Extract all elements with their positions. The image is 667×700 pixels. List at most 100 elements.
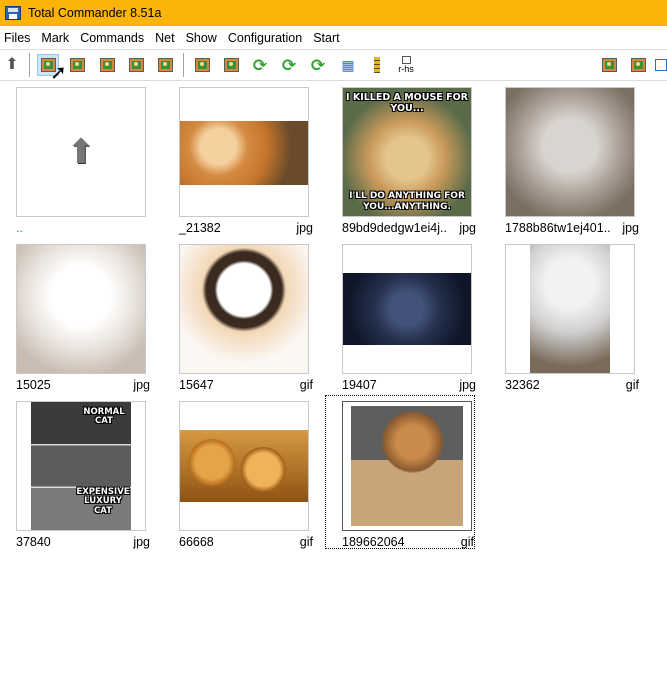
menu-mark[interactable]: Mark	[37, 31, 76, 45]
file-tile[interactable]: 66668 gif	[163, 396, 313, 549]
menu-bar: Files Mark Commands Net Show Configurati…	[0, 27, 667, 48]
file-name: 32362	[505, 378, 540, 392]
view-button-right-2[interactable]	[627, 54, 649, 76]
archive-button[interactable]	[366, 54, 388, 76]
file-name: 37840	[16, 535, 51, 549]
floppy-disk-icon	[5, 6, 21, 20]
menu-net[interactable]: Net	[151, 31, 181, 45]
refresh-icon: ⟳	[252, 55, 268, 75]
file-extension: jpg	[459, 221, 476, 235]
thumbnail	[179, 87, 309, 217]
refresh-button-3[interactable]: ⟳	[307, 54, 329, 76]
parent-directory-button[interactable]: ⬆	[1, 54, 23, 76]
grid-icon: ▦	[341, 57, 355, 73]
view-button-5[interactable]	[154, 54, 176, 76]
document-shape	[401, 56, 411, 64]
file-extension: jpg	[133, 535, 150, 549]
rhs-button[interactable]: r-hs	[395, 54, 417, 76]
file-extension: gif	[460, 535, 474, 549]
view-button-7[interactable]	[220, 54, 242, 76]
file-tile-focused[interactable]: 189662064 gif	[325, 395, 475, 549]
menu-configuration[interactable]: Configuration	[224, 31, 309, 45]
file-extension: gif	[299, 535, 313, 549]
picture-icon	[40, 58, 56, 72]
view-button-right-1[interactable]	[598, 54, 620, 76]
file-tile[interactable]: 15647 gif	[163, 239, 313, 392]
picture-icon	[601, 58, 617, 72]
window-button-partial[interactable]	[655, 54, 667, 76]
document-icon: r-hs	[398, 56, 414, 74]
cat-photo-image	[180, 121, 308, 185]
window-title: Total Commander 8.51a	[28, 6, 162, 20]
file-extension: jpg	[459, 378, 476, 392]
file-name: ..	[16, 221, 23, 235]
comic-label-top: NORMAL CAT	[83, 407, 125, 427]
thumbnail	[179, 401, 309, 531]
cat-photo-image	[343, 273, 471, 345]
rhs-label: r-hs	[398, 64, 414, 74]
file-tile[interactable]: 19407 jpg	[326, 239, 476, 392]
up-arrow-icon: ⬆	[5, 56, 19, 73]
menu-files[interactable]: Files	[0, 31, 37, 45]
cat-photo-image	[530, 245, 610, 373]
file-name: 19407	[342, 378, 377, 392]
file-tile[interactable]: 15025 jpg	[0, 239, 150, 392]
file-name: 1788b86tw1ej401..	[505, 221, 611, 235]
meme-top-text: I KILLED A MOUSE FOR YOU...	[346, 92, 468, 114]
picture-icon	[99, 58, 115, 72]
file-name: 15647	[179, 378, 214, 392]
meme-bottom-text: I'LL DO ANYTHING FOR YOU...ANYTHING.	[349, 191, 465, 212]
menu-commands[interactable]: Commands	[76, 31, 151, 45]
menu-show[interactable]: Show	[182, 31, 224, 45]
thumbnail	[342, 244, 472, 374]
parent-folder-up-icon: ⬆	[66, 133, 96, 171]
file-extension: jpg	[133, 378, 150, 392]
file-tile[interactable]: 1788b86tw1ej401.. jpg	[489, 82, 639, 235]
thumbnail	[179, 244, 309, 374]
toolbar-separator	[183, 53, 184, 77]
file-panel-thumbnails[interactable]: ⬆ .. _21382 jpg I KILLED A MOUSE FOR YOU…	[0, 82, 667, 700]
title-bar: Total Commander 8.51a	[0, 0, 667, 26]
cat-photo-image	[17, 245, 145, 373]
picture-icon	[128, 58, 144, 72]
toolbar: ⬆ ⟳ ⟳ ⟳ ▦ r-hs	[0, 49, 667, 81]
cat-game-image	[351, 406, 463, 526]
thumbnail	[505, 87, 635, 217]
thumbnail: I KILLED A MOUSE FOR YOU... I'LL DO ANYT…	[342, 87, 472, 217]
file-tile[interactable]: I KILLED A MOUSE FOR YOU... I'LL DO ANYT…	[326, 82, 476, 235]
view-button-3[interactable]	[96, 54, 118, 76]
menu-start[interactable]: Start	[309, 31, 346, 45]
refresh-icon: ⟳	[310, 55, 326, 75]
view-button-4[interactable]	[125, 54, 147, 76]
thumbnail: NORMAL CAT EXPENSIVE LUXURY CAT	[16, 401, 146, 531]
view-button-2[interactable]	[66, 54, 88, 76]
picture-icon	[630, 58, 646, 72]
cookies-image	[180, 430, 308, 502]
thumbnail	[342, 401, 472, 531]
thumbnail	[16, 244, 146, 374]
view-button-6[interactable]	[191, 54, 213, 76]
file-extension: jpg	[622, 221, 639, 235]
window-icon	[655, 59, 667, 71]
cat-photo-image	[506, 88, 634, 216]
refresh-button-1[interactable]: ⟳	[249, 54, 271, 76]
thumbnail: ⬆	[16, 87, 146, 217]
file-tile[interactable]: NORMAL CAT EXPENSIVE LUXURY CAT 37840 jp…	[0, 396, 150, 549]
refresh-button-2[interactable]: ⟳	[278, 54, 300, 76]
file-extension: gif	[299, 378, 313, 392]
grid-view-button[interactable]: ▦	[337, 54, 359, 76]
file-name: 15025	[16, 378, 51, 392]
refresh-icon: ⟳	[281, 55, 297, 75]
thumbnail-view-button[interactable]	[37, 54, 59, 76]
file-tile[interactable]: _21382 jpg	[163, 82, 313, 235]
picture-icon	[194, 58, 210, 72]
comic-label-bottom: EXPENSIVE LUXURY CAT	[76, 487, 130, 516]
picture-icon	[157, 58, 173, 72]
cat-photo-image	[180, 245, 308, 373]
file-name: _21382	[179, 221, 221, 235]
file-tile-parent[interactable]: ⬆ ..	[0, 82, 150, 235]
toolbar-separator	[29, 53, 30, 77]
file-name: 189662064	[342, 535, 405, 549]
thumbnail	[505, 244, 635, 374]
file-tile[interactable]: 32362 gif	[489, 239, 639, 392]
